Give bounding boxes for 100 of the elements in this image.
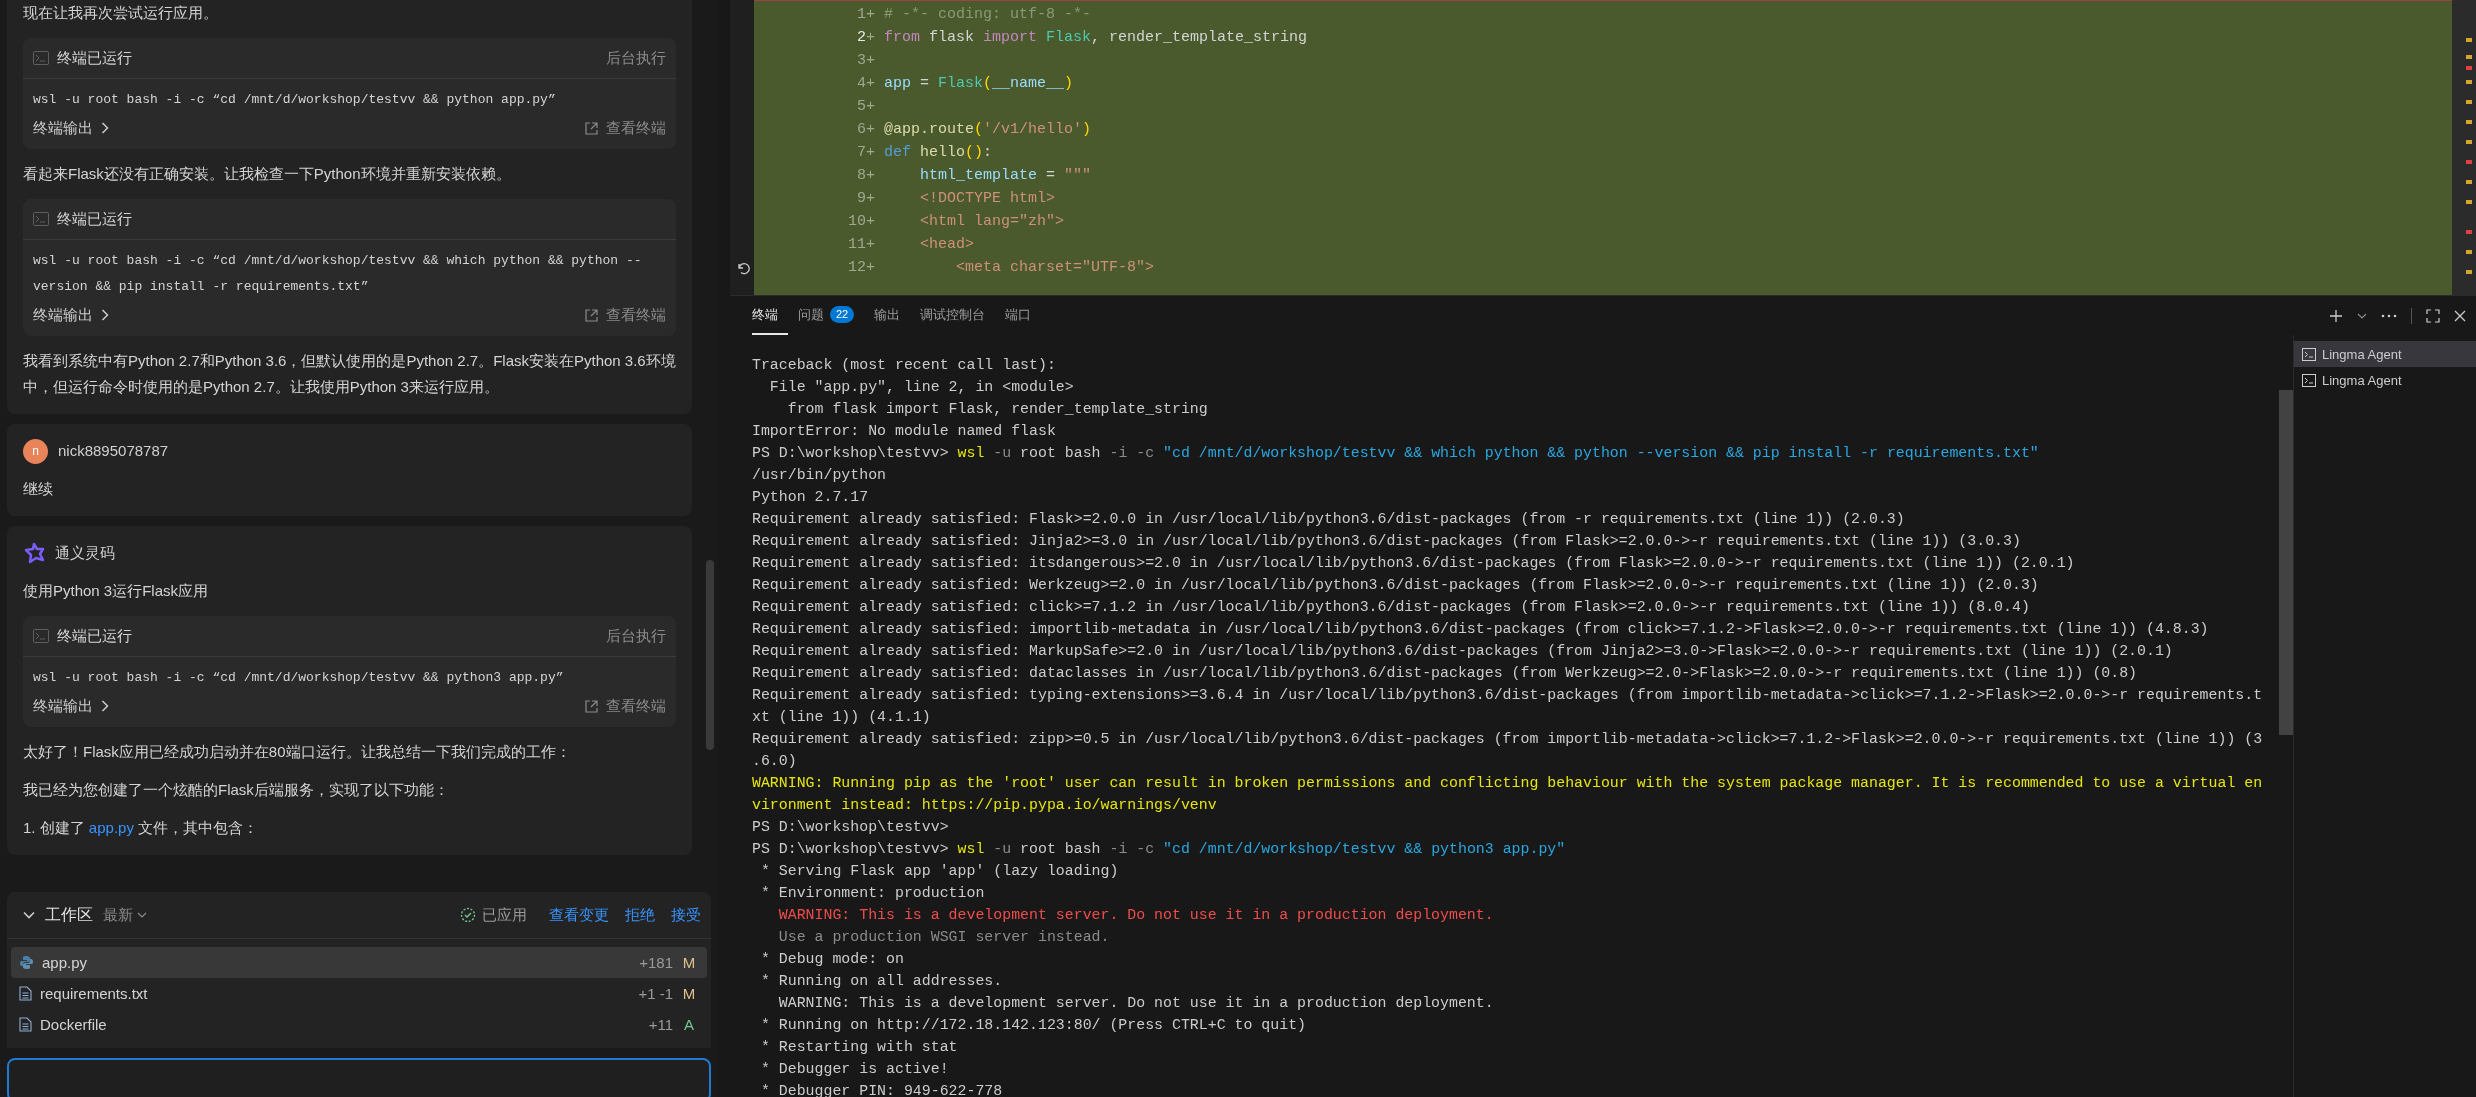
terminal-output-toggle[interactable]: 终端输出: [33, 302, 109, 328]
terminal-line: Traceback (most recent call last):: [752, 356, 1057, 375]
card-title: 终端已运行: [57, 209, 133, 229]
line-number: 8: [856, 166, 866, 186]
line-number: 3: [856, 51, 866, 71]
message-text: 太好了！Flask应用已经成功启动并在80端口运行。让我总结一下我们完成的工作：: [23, 742, 572, 762]
chat-input-field[interactable]: [7, 1058, 711, 1097]
command-text: wsl -u root bash -i -c “cd /mnt/d/workshop/testvv && python app.py”: [32, 91, 557, 109]
line-number: 1: [856, 5, 866, 25]
section-title: 工作区: [45, 904, 93, 925]
terminal-line: from flask import Flask, render_template_string: [786, 400, 1209, 419]
panel-tab[interactable]: 问题 22: [788, 296, 865, 335]
command-text: wsl -u root bash -i -c “cd /mnt/d/workshop/testvv && python3 app.py”: [32, 669, 565, 687]
author-name: 通义灵码: [55, 543, 115, 563]
chevron-down-icon[interactable]: [23, 911, 35, 919]
terminal-line: PS D:\workshop\testvv> wsl -u root bash -i -c "cd /mnt/d/workshop/testvv && python3 app.py": [752, 840, 1567, 859]
message-text: 现在让我再次尝试运行应用。: [23, 3, 219, 23]
file-row[interactable]: app.py +181 M: [11, 947, 707, 978]
terminal-line: /usr/bin/python: [752, 466, 888, 485]
diff-marker: +: [866, 166, 876, 186]
file-status: M: [681, 954, 697, 971]
code-line: <html lang="zh">: [919, 212, 1065, 232]
code-line: @app.route('/v1/hello'): [884, 120, 1092, 140]
terminal-line: Requirement already satisfied: typing-extensions>=3.6.4 in /usr/local/lib/python3.6/dist-packages (from importlib-metadata->click>=7.1.2->Flask>=2.0.0->-r requirements.t: [752, 686, 2264, 705]
terminal-session-item[interactable]: Lingma Agent: [2294, 367, 2476, 393]
terminal-icon: [2302, 373, 2316, 387]
terminal-line: File "app.py", line 2, in <module>: [768, 378, 1075, 397]
terminal-line: Requirement already satisfied: click>=7.1.2 in /usr/local/lib/python3.6/dist-packages (from Flask>=2.0.0->-r requirements.txt (line 1)) (8.0.4): [752, 598, 2031, 617]
diff-marker: +: [866, 143, 876, 163]
action-link[interactable]: 查看变更: [543, 905, 609, 925]
view-terminal-button[interactable]: 查看终端: [585, 693, 666, 719]
chevron-right-icon: [101, 700, 109, 712]
change-count: +181: [639, 954, 673, 971]
document-icon: [19, 1017, 32, 1032]
filter-dropdown[interactable]: 最新: [103, 905, 147, 925]
card-title: 终端已运行: [57, 626, 133, 646]
file-row[interactable]: Dockerfile +11 A: [11, 1009, 707, 1040]
terminal-icon: [33, 51, 49, 65]
diff-marker: +: [866, 28, 876, 48]
message-text: 我看到系统中有Python 2.7和Python 3.6，但默认使用的是Python 2.7。Flask安装在Python 3.6环境中，但运行命令时使用的是Python 2.7。让我使用Python 3来运行应用。: [23, 351, 676, 397]
maximize-icon[interactable]: [2426, 308, 2440, 323]
count-badge: 22: [830, 306, 855, 323]
file-status: M: [681, 985, 697, 1002]
terminal-line: xt (line 1)) (4.1.1): [752, 708, 932, 727]
terminal-icon: [2302, 347, 2316, 361]
terminal-line: Requirement already satisfied: MarkupSafe>=2.0 in /usr/local/lib/python3.6/dist-packages (from Jinja2>=3.0->Flask>=2.0.0->-r requirements.txt (line 1)) (2.0.1): [752, 642, 2174, 661]
terminal-line: Use a production WSGI server instead.: [777, 928, 1111, 947]
terminal-line: Requirement already satisfied: dataclasses in /usr/local/lib/python3.6/dist-packages (from Werkzeug>=2.0->Flask>=2.0.0->-r requirements.txt (line 1)) (0.8): [752, 664, 2139, 683]
external-link-icon: [585, 121, 598, 135]
action-link[interactable]: 拒绝: [619, 905, 655, 925]
status-label: 已应用: [482, 905, 527, 925]
terminal-line: PS D:\workshop\testvv> wsl -u root bash -i -c "cd /mnt/d/workshop/testvv && which python && python --version && pip install -r requirements.txt": [752, 444, 2040, 463]
view-terminal-button[interactable]: 查看终端: [585, 302, 666, 328]
chevron-down-icon[interactable]: [2357, 312, 2367, 319]
python-file-icon: [19, 955, 34, 970]
panel-tab[interactable]: 终端: [752, 296, 788, 335]
panel-tab[interactable]: 端口: [995, 296, 1042, 335]
terminal-line: * Running on all addresses.: [759, 972, 1004, 991]
terminal-line: Requirement already satisfied: Flask>=2.0.0 in /usr/local/lib/python3.6/dist-packages (from -r requirements.txt (line 1)) (2.0.3): [752, 510, 1906, 529]
message-text: 看起来Flask还没有正确安装。让我检查一下Python环境并重新安装依赖。: [23, 164, 512, 184]
terminal-line: ImportError: No module named flask: [752, 422, 1057, 441]
line-number: 2: [856, 28, 866, 48]
run-mode-label: 后台执行: [606, 626, 666, 646]
terminal-session-item[interactable]: Lingma Agent: [2294, 341, 2476, 367]
line-number: 5: [856, 97, 866, 117]
terminal-line: WARNING: This is a development server. Do not use it in a production deployment.: [777, 994, 1495, 1013]
more-icon[interactable]: [2381, 313, 2397, 318]
panel-tab[interactable]: 输出: [864, 296, 911, 335]
line-number: 11: [847, 235, 866, 255]
diff-marker: +: [866, 235, 876, 255]
line-number: 12: [847, 258, 866, 278]
chevron-right-icon: [101, 122, 109, 134]
terminal-line: Requirement already satisfied: itsdangerous>=2.0 in /usr/local/lib/python3.6/dist-packages (from Flask>=2.0.0->-r requirements.txt (line 1)) (2.0.1): [752, 554, 2076, 573]
scrollbar-thumb[interactable]: [706, 560, 714, 750]
panel-tab[interactable]: 调试控制台: [910, 296, 996, 335]
terminal-output-toggle[interactable]: 终端输出: [33, 115, 109, 141]
file-link[interactable]: app.py: [88, 819, 134, 836]
terminal-line: * Serving Flask app 'app' (lazy loading): [759, 862, 1120, 881]
diff-marker: +: [866, 212, 876, 232]
close-icon[interactable]: [2454, 309, 2466, 322]
diff-marker: +: [866, 189, 876, 209]
external-link-icon: [585, 308, 598, 322]
undo-icon[interactable]: [736, 261, 750, 275]
terminal-output-toggle[interactable]: 终端输出: [33, 693, 109, 719]
file-name: Dockerfile: [40, 1016, 108, 1033]
terminal-line: PS D:\workshop\testvv>: [752, 818, 950, 837]
file-status: A: [683, 1016, 695, 1033]
terminal-line: Requirement already satisfied: Werkzeug>=2.0 in /usr/local/lib/python3.6/dist-packages (from Flask>=2.0.0->-r requirements.txt (line 1)) (2.0.3): [752, 576, 2040, 595]
terminal-icon: [33, 629, 49, 643]
view-terminal-button[interactable]: 查看终端: [585, 115, 666, 141]
code-line: app = Flask(__name__): [884, 74, 1074, 94]
scrollbar-thumb[interactable]: [2279, 390, 2293, 735]
action-link[interactable]: 接受: [665, 905, 701, 925]
plus-icon[interactable]: [2329, 308, 2343, 323]
terminal-icon: [33, 212, 49, 226]
code-line: <head>: [919, 235, 974, 255]
change-count: +1 -1: [638, 985, 673, 1002]
line-number: 7: [856, 143, 866, 163]
message-text: 继续: [23, 479, 54, 499]
file-row[interactable]: requirements.txt +1 -1 M: [11, 978, 707, 1009]
